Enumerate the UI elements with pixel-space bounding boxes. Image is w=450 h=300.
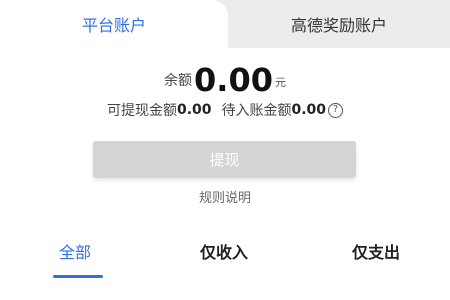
- tab-platform-account[interactable]: 平台账户: [0, 0, 228, 48]
- filter-tab-all[interactable]: 全部: [40, 236, 110, 266]
- filter-tab-expense[interactable]: 仅支出: [340, 236, 412, 266]
- pending-value: 0.00: [291, 102, 327, 118]
- balance-unit: 元: [274, 76, 286, 89]
- pending-label: 待入账金额: [221, 103, 292, 119]
- transaction-filter-tabs: 全部 仅收入 仅支出: [0, 236, 450, 278]
- amounts-summary: 可提现金额 0.00 待入账金额 0.00 ?: [0, 100, 450, 120]
- filter-tab-expense-label: 仅支出: [351, 243, 400, 262]
- balance-display: 余额 0.00 元: [0, 56, 450, 96]
- filter-tab-income-label: 仅收入: [199, 243, 248, 262]
- tab-platform-account-label: 平台账户: [81, 16, 146, 35]
- withdrawable-label: 可提现金额: [106, 103, 177, 119]
- filter-tab-all-label: 全部: [58, 243, 91, 262]
- balance-label: 余额: [164, 73, 193, 89]
- balance-amount: 0.00: [194, 61, 273, 99]
- withdraw-button[interactable]: 提现: [93, 141, 356, 178]
- account-tab-bar: 平台账户 高德奖励账户: [0, 0, 450, 48]
- tab-amap-reward-account[interactable]: 高德奖励账户: [228, 0, 450, 48]
- withdrawable-value: 0.00: [176, 102, 212, 118]
- tab-amap-reward-account-label: 高德奖励账户: [290, 16, 387, 35]
- rules-link[interactable]: 规则说明: [0, 187, 450, 206]
- help-icon[interactable]: ?: [328, 102, 344, 118]
- active-tab-indicator: [53, 275, 103, 278]
- filter-tab-income[interactable]: 仅收入: [188, 236, 260, 266]
